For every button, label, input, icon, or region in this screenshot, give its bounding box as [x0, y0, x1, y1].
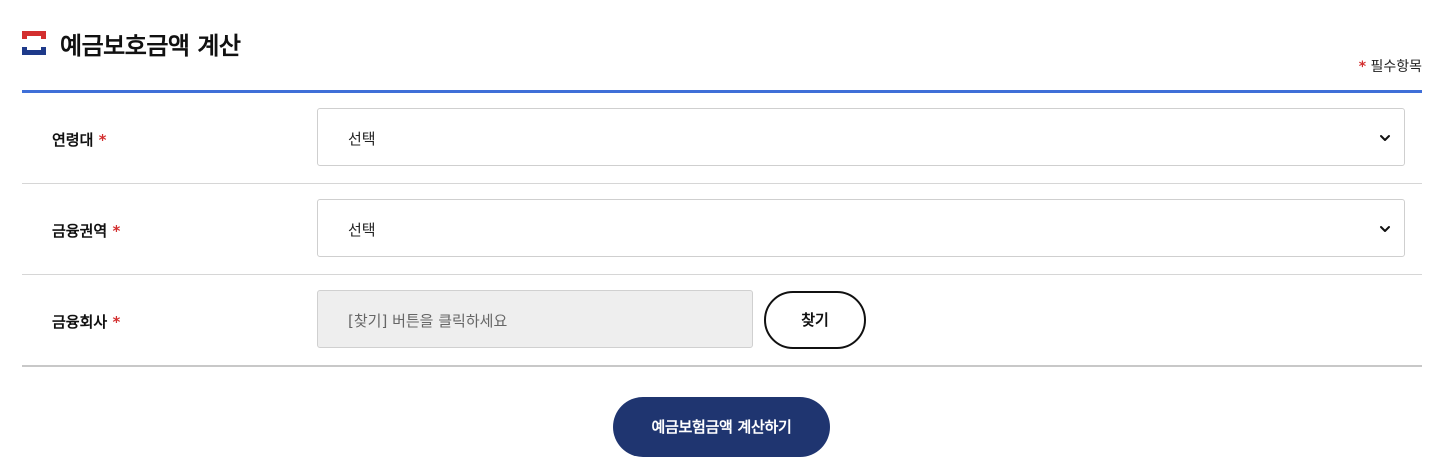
financial-sector-selected-value: 선택: [348, 221, 376, 239]
required-star: *: [98, 131, 107, 149]
financial-company-input[interactable]: [찾기] 버튼을 클릭하세요: [317, 290, 753, 348]
required-star: *: [1358, 59, 1367, 75]
form-row-age-group: 연령대 * 선택: [22, 93, 1422, 184]
financial-sector-label-text: 금융권역: [52, 222, 108, 240]
age-group-label-text: 연령대: [52, 131, 94, 149]
chevron-down-icon: [1380, 226, 1390, 232]
financial-sector-select[interactable]: 선택: [317, 199, 1405, 257]
age-group-label: 연령대 *: [52, 129, 107, 150]
financial-company-placeholder: [찾기] 버튼을 클릭하세요: [348, 312, 508, 330]
form-row-financial-company: 금융회사 * [찾기] 버튼을 클릭하세요 찾기: [22, 275, 1422, 367]
required-star: *: [112, 222, 121, 240]
financial-sector-label: 금융권역 *: [52, 220, 120, 241]
required-fields-note: * 필수항목: [1359, 56, 1422, 76]
age-group-selected-value: 선택: [348, 130, 376, 148]
calculate-button[interactable]: 예금보험금액 계산하기: [613, 397, 830, 457]
chevron-down-icon: [1380, 135, 1390, 141]
required-note-text: 필수항목: [1370, 59, 1422, 75]
find-button[interactable]: 찾기: [764, 291, 866, 349]
page-title: 예금보호금액 계산: [60, 32, 241, 60]
title-bracket-icon: [22, 31, 46, 55]
required-star: *: [112, 313, 121, 331]
financial-company-label-text: 금융회사: [52, 313, 108, 331]
age-group-select[interactable]: 선택: [317, 108, 1405, 166]
financial-company-label: 금융회사 *: [52, 311, 120, 332]
form-row-financial-sector: 금융권역 * 선택: [22, 184, 1422, 275]
